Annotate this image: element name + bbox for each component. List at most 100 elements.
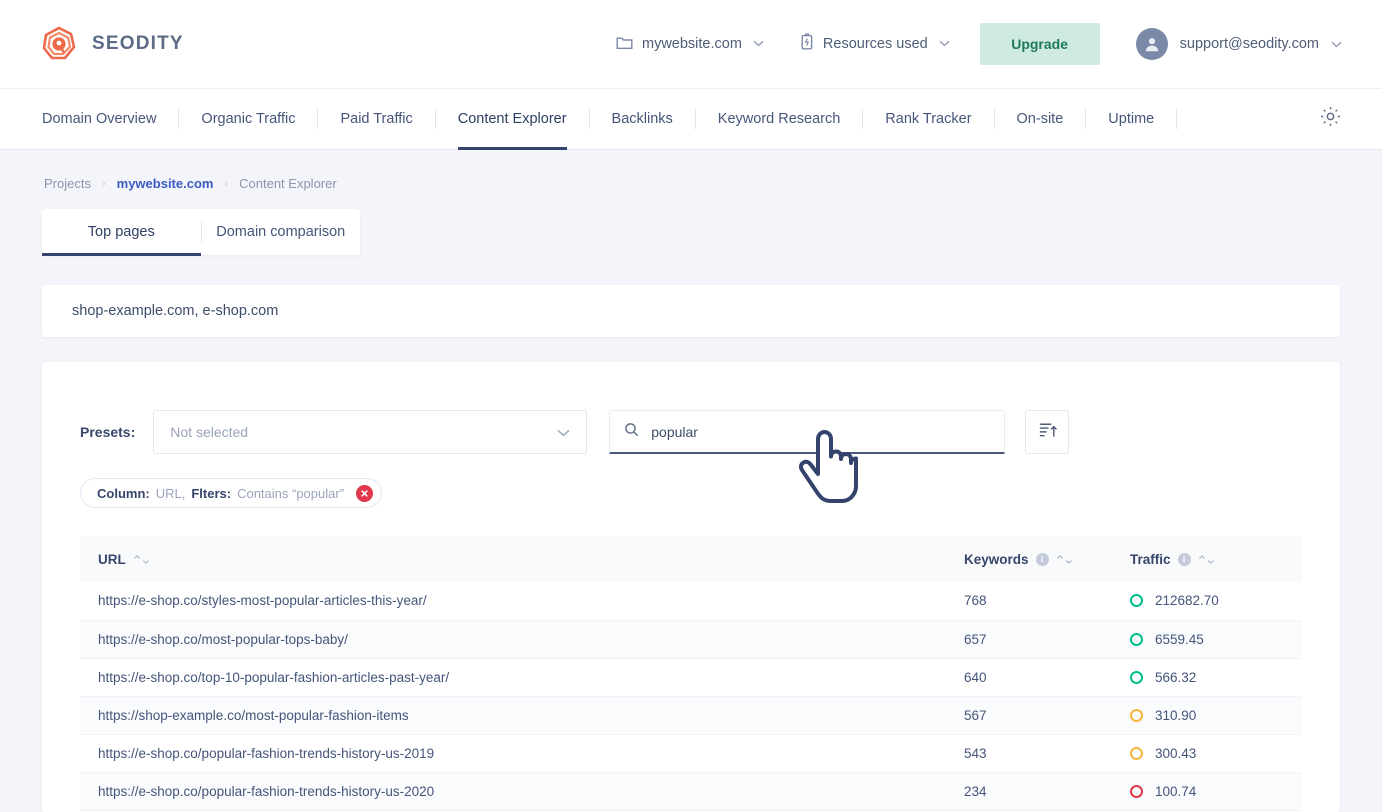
presets-value: Not selected [170,424,249,440]
avatar [1135,28,1168,60]
results-table: URL Keywords i Traffic i https://e-shop.… [80,536,1302,811]
table-row[interactable]: https://e-shop.co/popular-fashion-trends… [80,772,1302,811]
resources-used-selector[interactable]: Resources used [800,33,950,55]
cell-url[interactable]: https://e-shop.co/popular-fashion-trends… [80,734,946,773]
cell-url[interactable]: https://e-shop.co/popular-fashion-trends… [80,772,946,811]
cell-url[interactable]: https://shop-example.co/most-popular-fas… [80,696,946,735]
upgrade-button[interactable]: Upgrade [979,23,1100,65]
top-header: SEODITY mywebsite.com Resources used Upg… [0,0,1382,88]
chip-filters-label: Flters: [191,485,232,501]
chevron-down-icon [1331,35,1342,53]
search-value: popular [651,423,698,440]
nav-item-rank-tracker[interactable]: Rank Tracker [863,89,993,149]
nav-label: Content Explorer [457,111,567,127]
sort-chevrons-icon[interactable] [1198,554,1215,565]
table-row[interactable]: https://shop-example.co/most-popular-fas… [80,696,1302,735]
nav-item-keyword-research[interactable]: Keyword Research [696,89,863,149]
chevron-down-icon [557,425,570,440]
cell-keywords: 768 [946,582,1112,621]
cell-traffic: 566.32 [1112,658,1302,697]
cell-traffic: 300.43 [1112,734,1302,773]
user-menu[interactable]: support@seodity.com [1135,28,1342,60]
header-right-group: Upgrade support@seodity.com [979,0,1342,88]
nav-item-backlinks[interactable]: Backlinks [590,89,695,149]
nav-item-domain-overview[interactable]: Domain Overview [42,89,178,149]
domain-input-card[interactable]: shop-example.com, e-shop.com [42,285,1340,337]
main-navigation: Domain Overview Organic Traffic Paid Tra… [0,88,1382,150]
table-row[interactable]: https://e-shop.co/styles-most-popular-ar… [80,582,1302,621]
nav-item-organic-traffic[interactable]: Organic Traffic [179,89,317,149]
breadcrumb-separator: › [101,177,106,190]
cell-url[interactable]: https://e-shop.co/top-10-popular-fashion… [80,658,946,697]
chip-column-label: Column: [97,485,150,501]
chevron-down-icon [753,38,764,50]
cell-keywords: 640 [946,658,1112,697]
cell-traffic: 6559.45 [1112,620,1302,659]
folder-icon [616,35,633,54]
tab-label: Top pages [87,224,155,240]
table-row[interactable]: https://e-shop.co/top-10-popular-fashion… [80,658,1302,697]
nav-divider [1176,109,1178,129]
nav-item-uptime[interactable]: Uptime [1086,89,1176,149]
column-header-keywords[interactable]: Keywords i [946,536,1112,582]
results-panel: Presets: Not selected popular Column: UR… [42,362,1340,812]
cell-url[interactable]: https://e-shop.co/styles-most-popular-ar… [80,582,946,621]
nav-item-on-site[interactable]: On-site [995,89,1086,149]
search-input[interactable]: popular [609,410,1006,454]
cell-traffic: 212682.70 [1112,582,1302,621]
cell-keywords: 543 [946,734,1112,773]
traffic-value: 300.43 [1155,745,1197,761]
traffic-value: 566.32 [1155,669,1197,685]
status-indicator-icon [1130,594,1143,608]
brand-name: SEODITY [92,33,184,54]
brand-logo[interactable]: SEODITY [40,25,184,63]
column-label: Keywords [964,551,1029,567]
nav-label: Uptime [1108,111,1155,127]
table-row[interactable]: https://e-shop.co/popular-fashion-trends… [80,734,1302,773]
tab-label: Domain comparison [216,224,346,240]
status-indicator-icon [1130,632,1143,646]
remove-filter-icon[interactable] [356,484,374,502]
column-header-traffic[interactable]: Traffic i [1112,536,1302,582]
presets-select[interactable]: Not selected [153,410,588,454]
breadcrumb-site[interactable]: mywebsite.com [117,176,214,191]
sort-chevrons-icon[interactable] [133,554,150,565]
project-label: mywebsite.com [642,36,742,52]
info-icon[interactable]: i [1035,552,1049,566]
tab-top-pages[interactable]: Top pages [42,209,201,256]
sort-chevrons-icon[interactable] [1056,554,1073,565]
tab-domain-comparison[interactable]: Domain comparison [202,209,361,255]
settings-button[interactable] [1293,89,1342,149]
sub-tabs: Top pages Domain comparison [42,209,361,256]
sort-button[interactable] [1025,410,1070,454]
cell-url[interactable]: https://e-shop.co/most-popular-tops-baby… [80,620,946,659]
cell-traffic: 100.74 [1112,772,1302,811]
table-body: https://e-shop.co/styles-most-popular-ar… [80,582,1302,811]
column-header-url[interactable]: URL [80,536,946,582]
nav-label: Paid Traffic [340,111,413,127]
column-label: Traffic [1130,551,1171,567]
sort-ascending-icon [1037,419,1058,445]
breadcrumb-current: Content Explorer [239,176,337,191]
status-indicator-icon [1130,746,1143,760]
chip-column-value: URL, [155,485,186,501]
traffic-value: 6559.45 [1155,631,1204,647]
nav-item-paid-traffic[interactable]: Paid Traffic [318,89,434,149]
info-icon[interactable]: i [1177,552,1191,566]
status-indicator-icon [1130,708,1143,722]
nav-label: Rank Tracker [885,111,972,127]
status-indicator-icon [1130,784,1143,798]
nav-items: Domain Overview Organic Traffic Paid Tra… [42,89,1293,150]
chevron-down-icon [939,38,950,50]
nav-label: On-site [1016,111,1064,127]
project-selector[interactable]: mywebsite.com [616,35,764,54]
nav-label: Backlinks [611,111,673,127]
breadcrumb-projects[interactable]: Projects [44,176,91,191]
filter-chip[interactable]: Column: URL, Flters: Contains “popular” [80,478,383,508]
status-indicator-icon [1130,670,1143,684]
battery-icon [800,33,814,55]
active-filters: Column: URL, Flters: Contains “popular” [80,454,1302,508]
table-row[interactable]: https://e-shop.co/most-popular-tops-baby… [80,620,1302,659]
cell-keywords: 234 [946,772,1112,811]
nav-item-content-explorer[interactable]: Content Explorer [436,89,589,150]
